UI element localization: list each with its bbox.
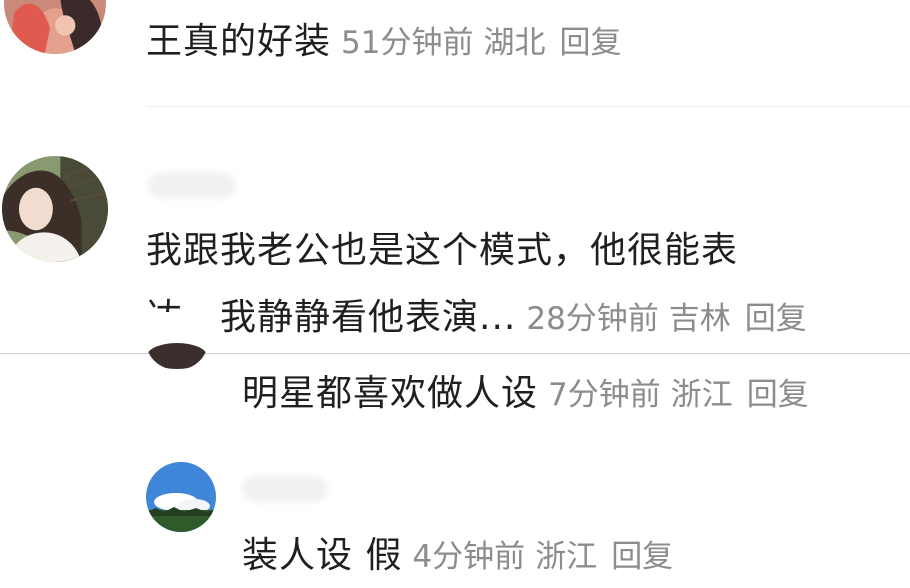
comment-time: 51分钟前 xyxy=(341,25,474,61)
comment-text: 装人设 假 xyxy=(242,535,403,576)
comment-location: 浙江 xyxy=(670,377,733,413)
username-blurred xyxy=(242,476,328,502)
divider xyxy=(0,353,910,354)
comment-location: 吉林 xyxy=(668,301,731,337)
dark-avatar-icon xyxy=(146,312,208,370)
username-blurred xyxy=(148,172,236,198)
comment-section: 王真的好装 51分钟前 湖北 回复 我跟我老公也是这个模式，他很能表 达，我静静看他表… xyxy=(0,0,910,588)
user-avatar[interactable] xyxy=(2,156,108,262)
comment-text: 明星都喜欢做人设 xyxy=(242,373,539,414)
woman-avatar-pink-icon xyxy=(4,0,106,54)
comment-time: 28分钟前 xyxy=(526,301,659,337)
reply-button[interactable]: 回复 xyxy=(559,25,621,61)
comment-2-line-1: 我跟我老公也是这个模式，他很能表 xyxy=(146,233,738,269)
reply-button[interactable]: 回复 xyxy=(747,377,809,413)
user-avatar[interactable] xyxy=(146,312,208,370)
comment-time: 7分钟前 xyxy=(548,377,661,413)
user-avatar[interactable] xyxy=(4,0,106,54)
comment-location: 浙江 xyxy=(535,539,598,575)
sky-landscape-avatar-icon xyxy=(146,462,216,532)
reply-button[interactable]: 回复 xyxy=(745,301,807,337)
comment-text: 王真的好装 xyxy=(146,21,332,62)
comment-text: 我跟我老公也是这个模式，他很能表 xyxy=(146,230,739,271)
woman-avatar-windblown-hair-icon xyxy=(2,156,108,262)
comment-3-line: 明星都喜欢做人设 7分钟前 浙江 回复 xyxy=(242,376,809,412)
comment-2-line-2: 达，我静静看他表演... 28分钟前 吉林 回复 xyxy=(146,300,807,336)
comment-4-line: 装人设 假 4分钟前 浙江 回复 xyxy=(242,538,673,574)
comment-time: 4分钟前 xyxy=(412,539,526,575)
reply-button[interactable]: 回复 xyxy=(611,539,673,575)
comment-1-line: 王真的好装 51分钟前 湖北 回复 xyxy=(146,24,621,60)
comment-location: 湖北 xyxy=(483,25,546,61)
divider xyxy=(146,106,910,107)
user-avatar[interactable] xyxy=(146,462,216,532)
